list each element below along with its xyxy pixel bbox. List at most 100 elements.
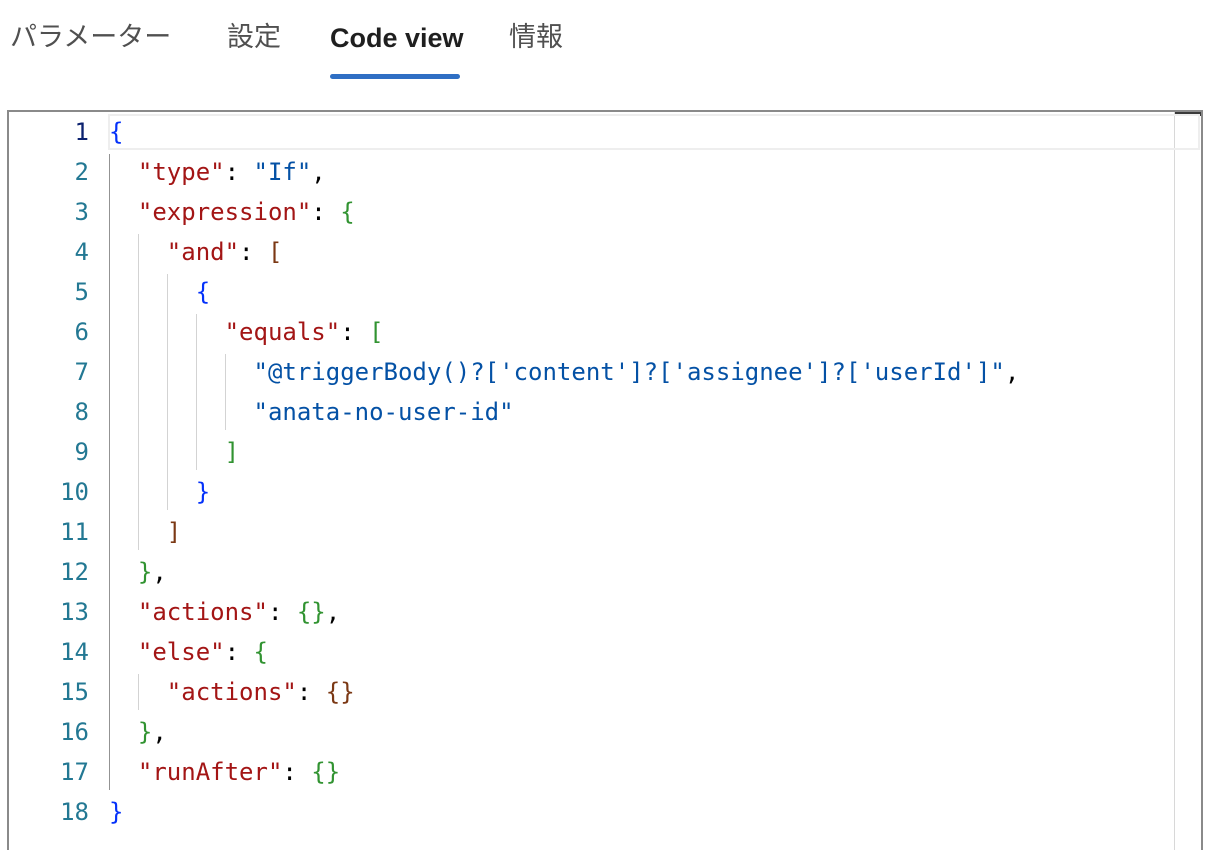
code-line[interactable]: 15 "actions": {} [9, 672, 1169, 712]
code-line[interactable]: 16 }, [9, 712, 1169, 752]
line-number: 9 [74, 438, 89, 466]
code-line[interactable]: 10 } [9, 472, 1169, 512]
code-text: "expression": { [109, 192, 355, 232]
code-token: , [152, 558, 167, 586]
code-line[interactable]: 17 "runAfter": {} [9, 752, 1169, 792]
code-token: {} [296, 598, 326, 626]
code-token: { [109, 118, 124, 146]
code-token: { [253, 638, 268, 666]
code-token: , [311, 158, 326, 186]
code-token: "If" [253, 158, 312, 186]
code-token: {} [325, 678, 355, 706]
code-token: , [152, 718, 167, 746]
tab-settings[interactable]: 設定 [227, 18, 281, 58]
code-text: "anata-no-user-id" [109, 392, 514, 432]
code-token: , [1004, 358, 1020, 386]
code-line[interactable]: 12 }, [9, 552, 1169, 592]
line-number: 10 [60, 478, 89, 506]
code-line[interactable]: 14 "else": { [9, 632, 1169, 672]
code-token: [ [267, 238, 283, 266]
code-token: } [137, 558, 153, 586]
code-token: : [224, 638, 254, 666]
code-text: ] [109, 432, 239, 472]
code-token: : [239, 238, 268, 266]
code-token: : [296, 678, 326, 706]
code-token: "equals" [109, 318, 341, 346]
code-token: : [340, 318, 370, 346]
code-text: "actions": {} [109, 672, 355, 712]
code-text: }, [109, 712, 167, 752]
code-token: "expression" [109, 198, 312, 226]
tab-bar: パラメーター 設定 Code view 情報 [0, 0, 1212, 90]
code-text: ] [109, 512, 181, 552]
tab-parameters[interactable]: パラメーター [10, 18, 171, 58]
code-token: : [282, 758, 312, 786]
line-number: 17 [60, 758, 89, 786]
code-line[interactable]: 5 { [9, 272, 1169, 312]
code-text: } [109, 792, 123, 832]
tab-code-view[interactable]: Code view [330, 18, 464, 58]
code-line[interactable]: 6 "equals": [ [9, 312, 1169, 352]
line-number: 4 [74, 238, 89, 266]
line-number: 7 [74, 358, 89, 386]
code-token: { [340, 198, 355, 226]
line-number: 11 [60, 518, 89, 546]
code-token: ] [166, 518, 182, 546]
vertical-scrollbar[interactable] [1174, 112, 1175, 850]
line-number: 15 [60, 678, 89, 706]
line-number: 16 [60, 718, 89, 746]
code-token: "runAfter" [109, 758, 283, 786]
code-token: : [224, 158, 254, 186]
code-token: : [267, 598, 297, 626]
code-text: { [109, 112, 123, 152]
code-text: { [109, 272, 210, 312]
code-token: "and" [109, 238, 240, 266]
code-text: "actions": {}, [109, 592, 340, 632]
code-token: "actions" [109, 678, 297, 706]
code-text: "runAfter": {} [109, 752, 340, 792]
code-line[interactable]: 2 "type": "If", [9, 152, 1169, 192]
code-line[interactable]: 13 "actions": {}, [9, 592, 1169, 632]
code-token: } [137, 718, 153, 746]
code-text: }, [109, 552, 167, 592]
code-text: "type": "If", [109, 152, 326, 192]
code-text: "else": { [109, 632, 268, 672]
code-line[interactable]: 7 "@triggerBody()?['content']?['assignee… [9, 352, 1169, 392]
code-token: ] [224, 438, 240, 466]
code-text: "@triggerBody()?['content']?['assignee']… [109, 352, 1019, 392]
code-line[interactable]: 18} [9, 792, 1169, 832]
code-line[interactable]: 11 ] [9, 512, 1169, 552]
line-number: 3 [74, 198, 89, 226]
code-token: [ [369, 318, 384, 346]
code-token: } [195, 478, 211, 506]
line-number: 18 [60, 798, 89, 826]
line-number: 1 [74, 118, 89, 146]
code-line[interactable]: 8 "anata-no-user-id" [9, 392, 1169, 432]
code-line[interactable]: 3 "expression": { [9, 192, 1169, 232]
code-token: {} [311, 758, 341, 786]
code-token: "actions" [109, 598, 268, 626]
code-text: "and": [ [109, 232, 283, 272]
code-editor[interactable]: 1{2 "type": "If", 3 "expression": {4 "and… [7, 110, 1203, 850]
tab-info[interactable]: 情報 [509, 18, 563, 58]
code-token: "type" [109, 158, 225, 186]
code-token: "anata-no-user-id" [109, 398, 514, 426]
code-line[interactable]: 1{ [9, 112, 1169, 152]
code-token: { [195, 278, 211, 306]
code-line[interactable]: 9 ] [9, 432, 1169, 472]
code-token: "else" [109, 638, 225, 666]
code-text: } [109, 472, 210, 512]
line-number: 5 [74, 278, 89, 306]
line-number: 8 [74, 398, 89, 426]
code-token: , [325, 598, 341, 626]
code-token: "@triggerBody()?['content']?['assignee']… [109, 358, 1005, 386]
line-number: 13 [60, 598, 89, 626]
code-line[interactable]: 4 "and": [ [9, 232, 1169, 272]
line-number: 14 [60, 638, 89, 666]
